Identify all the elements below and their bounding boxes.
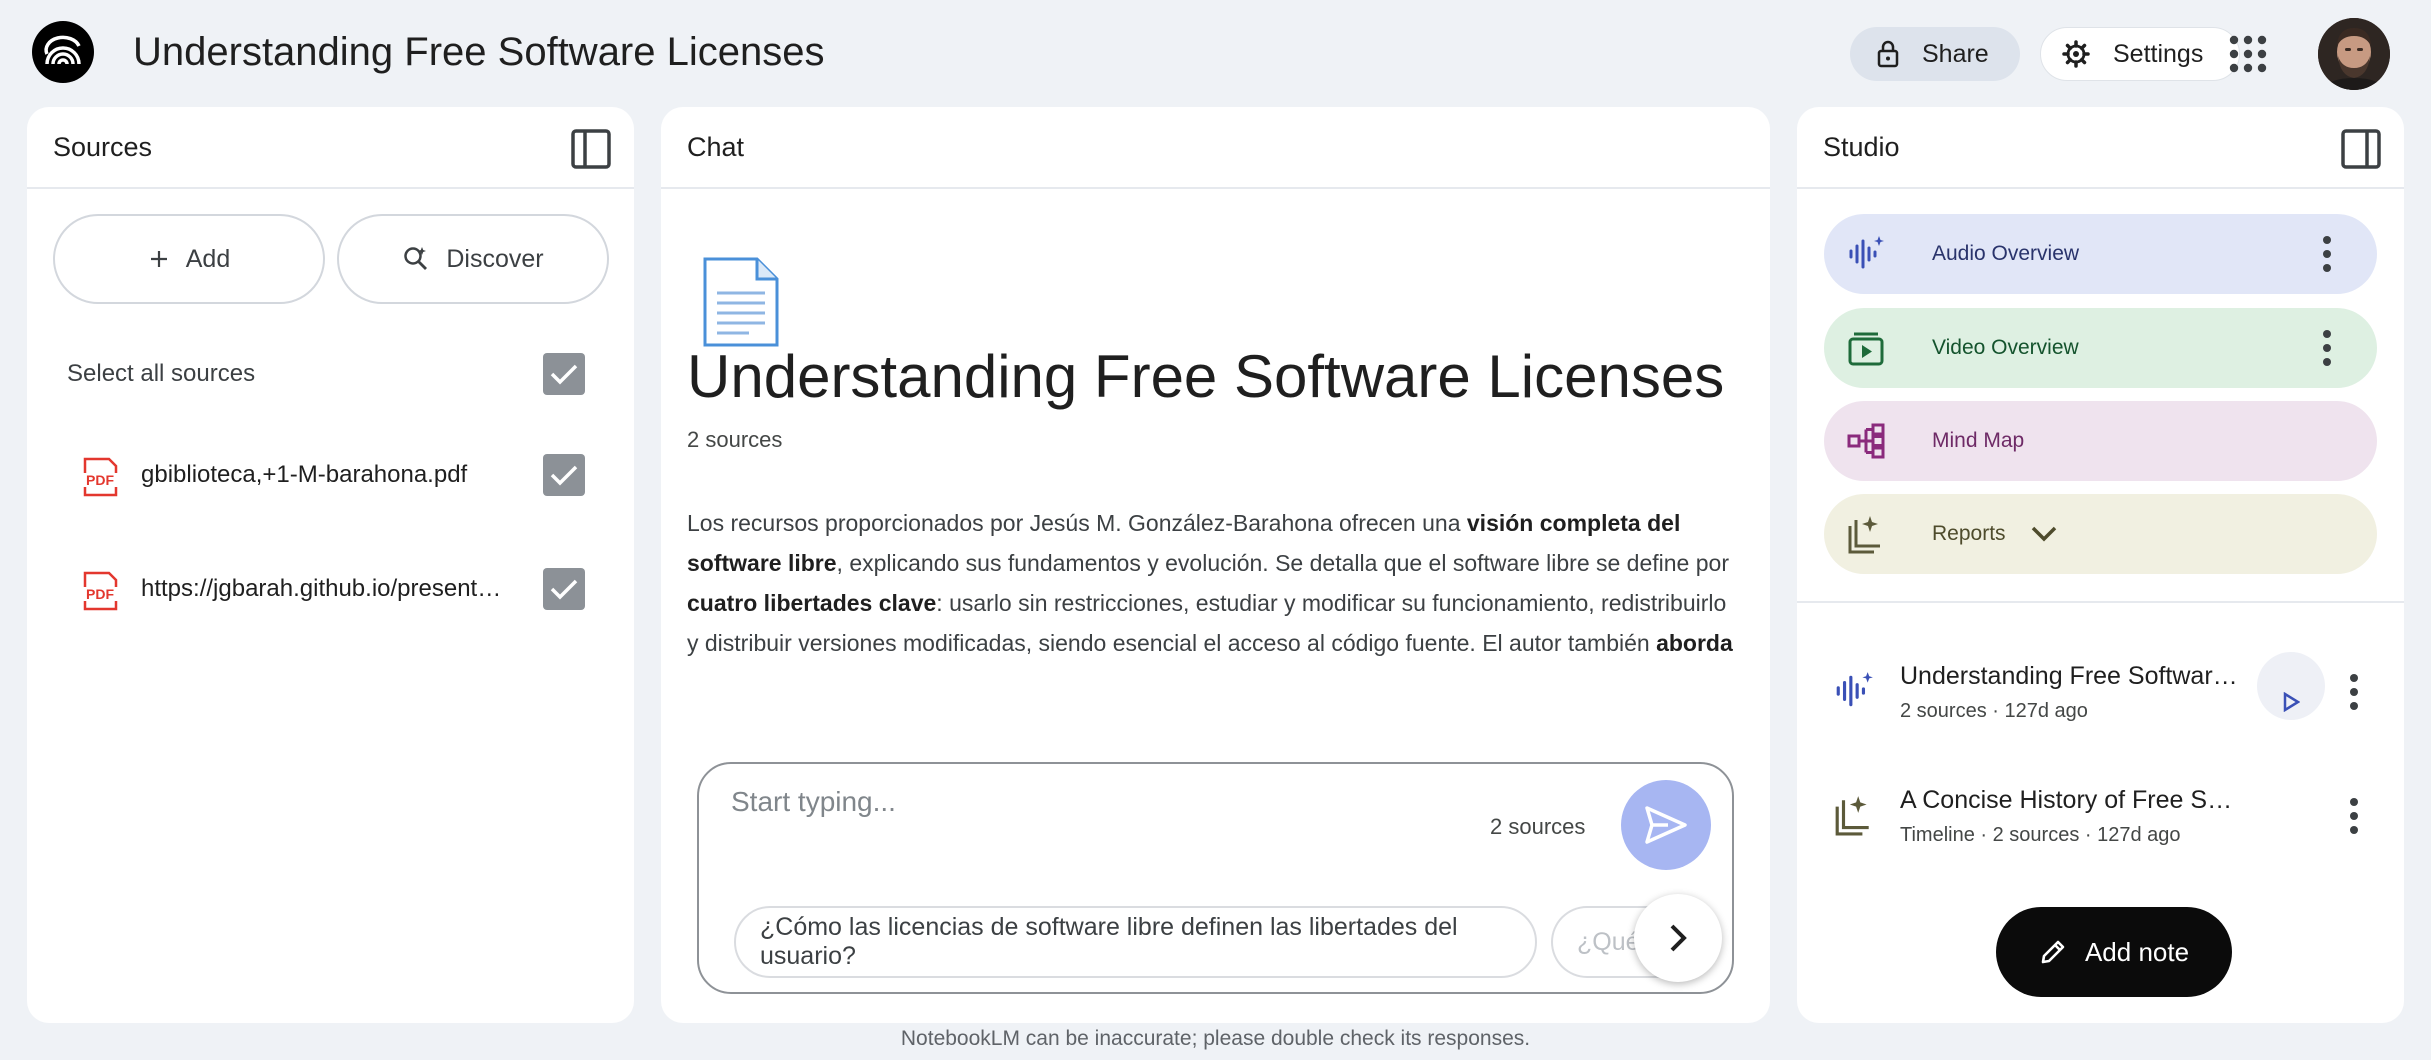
mind-map-label: Mind Map [1932, 429, 2025, 452]
mind-map-icon [1846, 421, 1886, 461]
summary-text: Los recursos proporcionados por Jesús M.… [687, 510, 1467, 536]
studio-panel-header: Studio [1797, 107, 2404, 189]
more-options-icon[interactable] [2334, 796, 2374, 836]
notebooklm-logo-icon[interactable] [32, 21, 94, 83]
suggested-question-chip[interactable]: ¿Cómo las licencias de software libre de… [734, 906, 1537, 978]
select-all-sources-label: Select all sources [67, 360, 256, 387]
source-item-name: gbiblioteca,+1-M-barahona.pdf [141, 461, 468, 488]
studio-panel: Studio Audio Overview Video Overview Min… [1797, 107, 2404, 1023]
source-checkbox[interactable] [543, 454, 585, 496]
chat-panel-title: Chat [687, 131, 745, 162]
sources-panel: Sources Add Discover Select all sources [27, 107, 634, 1023]
audio-wave-icon [1833, 670, 1875, 712]
lock-icon [1876, 39, 1900, 69]
next-suggestions-button[interactable] [1634, 894, 1722, 982]
add-note-button[interactable]: Add note [1996, 907, 2232, 997]
collapse-panel-icon[interactable] [2340, 128, 2382, 170]
studio-panel-title: Studio [1823, 131, 1900, 162]
source-item[interactable]: PDF gbiblioteca,+1-M-barahona.pdf [27, 443, 634, 513]
composer-source-count: 2 sources [1490, 814, 1586, 839]
mind-map-card[interactable]: Mind Map [1824, 401, 2377, 481]
notebook-title[interactable]: Understanding Free Software Licenses [133, 24, 824, 80]
discover-label: Discover [446, 244, 544, 273]
chevron-down-icon[interactable] [2030, 525, 2058, 543]
disclaimer-text: NotebookLM can be inaccurate; please dou… [900, 1027, 1531, 1050]
avatar[interactable] [2318, 18, 2390, 90]
audio-overview-card[interactable]: Audio Overview [1824, 214, 2377, 294]
share-button[interactable]: Share [1850, 27, 2020, 81]
note-meta: Timeline · 2 sources · 127d ago [1900, 824, 2181, 846]
more-options-icon[interactable] [2307, 234, 2347, 274]
video-overview-label: Video Overview [1932, 336, 2079, 359]
notebook-heading: Understanding Free Software Licenses [687, 343, 1725, 410]
chat-composer: 2 sources ¿Cómo las licencias de softwar… [697, 762, 1734, 994]
svg-text:PDF: PDF [86, 472, 114, 488]
discover-search-icon [402, 245, 430, 273]
audio-wave-icon [1846, 234, 1886, 274]
pdf-icon: PDF [81, 571, 119, 611]
gear-icon [2061, 39, 2091, 69]
discover-sources-button[interactable]: Discover [337, 214, 609, 304]
note-title: A Concise History of Free Software [1900, 786, 2240, 814]
video-overview-card[interactable]: Video Overview [1824, 308, 2377, 388]
summary-highlight: cuatro libertades clave [687, 590, 937, 616]
note-meta: 2 sources · 127d ago [1900, 700, 2088, 722]
reports-card[interactable]: Reports [1824, 494, 2377, 574]
apps-grid-icon[interactable] [2228, 34, 2268, 74]
pencil-icon [2039, 938, 2067, 966]
settings-label: Settings [2113, 39, 2204, 68]
collapse-panel-icon[interactable] [570, 128, 612, 170]
studio-note-item[interactable]: A Concise History of Free Software Timel… [1797, 776, 2404, 866]
source-checkbox[interactable] [543, 568, 585, 610]
top-bar: Understanding Free Software Licenses Sha… [0, 0, 2431, 104]
select-all-checkbox[interactable] [543, 353, 585, 395]
add-label: Add [185, 244, 231, 273]
chevron-right-icon [1666, 922, 1690, 954]
reports-label: Reports [1932, 522, 2006, 545]
more-options-icon[interactable] [2307, 328, 2347, 368]
sources-panel-header: Sources [27, 107, 634, 189]
notebook-emoji-icon [701, 255, 781, 349]
note-title: Understanding Free Software Licenses [1900, 662, 2240, 690]
play-icon [2282, 692, 2300, 712]
settings-button[interactable]: Settings [2040, 27, 2240, 81]
sources-panel-title: Sources [53, 131, 153, 162]
source-item[interactable]: PDF https://jgbarah.github.io/presentati… [27, 557, 634, 627]
video-overview-icon [1846, 328, 1886, 368]
plus-icon [148, 248, 170, 270]
chat-panel-header: Chat [661, 107, 1770, 189]
svg-text:PDF: PDF [86, 586, 114, 602]
audio-overview-label: Audio Overview [1932, 242, 2080, 265]
more-options-icon[interactable] [2334, 672, 2374, 712]
add-source-button[interactable]: Add [53, 214, 325, 304]
summary-text: , explicando sus fundamentos y evolución… [836, 550, 1729, 576]
notebook-summary: Los recursos proporcionados por Jesús M.… [687, 503, 1737, 669]
reports-icon [1846, 514, 1886, 554]
timeline-report-icon [1833, 794, 1875, 836]
studio-divider [1797, 601, 2404, 603]
source-count: 2 sources [687, 427, 783, 452]
add-note-label: Add note [2084, 936, 2190, 967]
chat-input[interactable] [731, 780, 1451, 824]
share-label: Share [1922, 39, 1989, 68]
source-item-name: https://jgbarah.github.io/presentations/ [141, 575, 511, 602]
pdf-icon: PDF [81, 457, 119, 497]
send-icon [1644, 805, 1688, 845]
send-button[interactable] [1621, 780, 1711, 870]
play-button[interactable] [2257, 652, 2325, 720]
studio-note-item[interactable]: Understanding Free Software Licenses 2 s… [1797, 652, 2404, 742]
chat-panel: Chat Understanding Free Software License… [661, 107, 1770, 1023]
